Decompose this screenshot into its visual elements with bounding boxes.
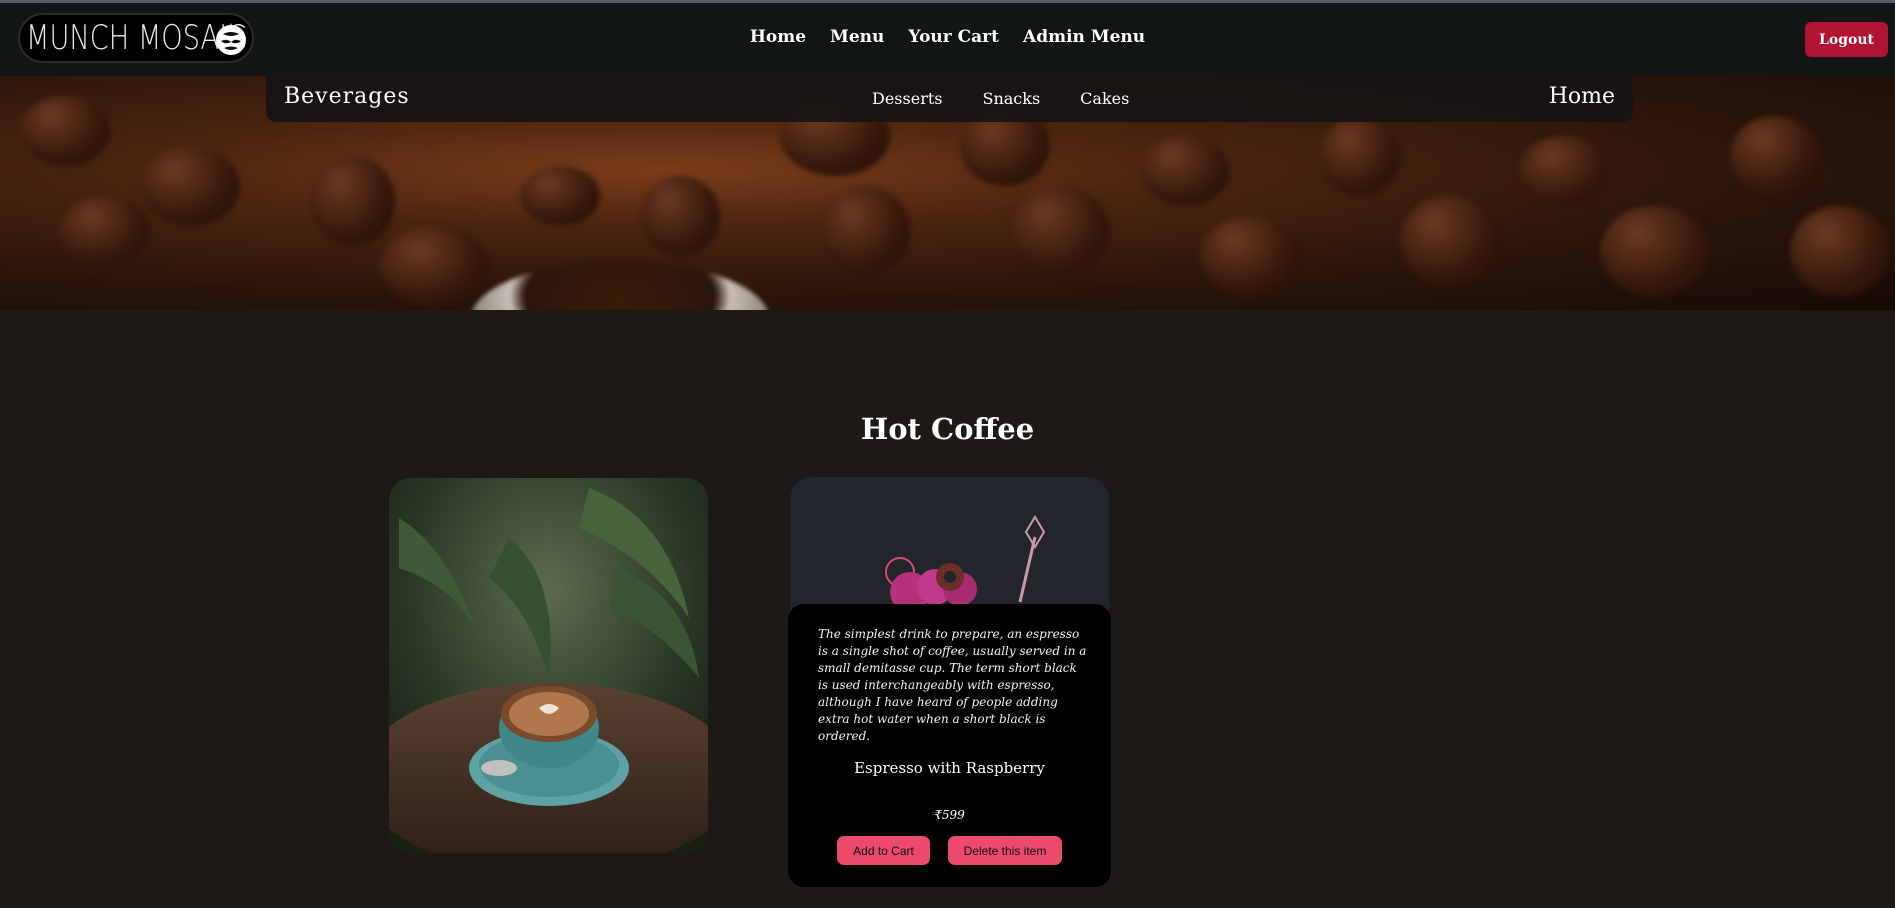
nav-home[interactable]: Home (750, 27, 806, 47)
delete-item-button[interactable]: Delete this item (948, 836, 1062, 865)
coffee-cup-image (470, 261, 770, 310)
product-details-card: The simplest drink to prepare, an espres… (788, 604, 1111, 887)
cappuccino-image (389, 478, 708, 853)
navbar: MUNCH MOSAIC Home Menu Your Cart Admin M… (0, 3, 1895, 76)
raspberry-espresso-image (790, 477, 1109, 617)
product-price: ₹599 (934, 808, 965, 822)
nav-menu[interactable]: Menu (830, 27, 884, 47)
nav-admin-menu[interactable]: Admin Menu (1023, 27, 1145, 47)
product-card-image[interactable] (790, 477, 1109, 617)
category-brand[interactable]: Beverages (284, 84, 410, 109)
category-snacks[interactable]: Snacks (982, 89, 1040, 108)
section-title: Hot Coffee (860, 412, 1035, 446)
main-nav: Home Menu Your Cart Admin Menu (0, 27, 1895, 47)
logout-button[interactable]: Logout (1805, 22, 1888, 57)
add-to-cart-button[interactable]: Add to Cart (837, 836, 930, 865)
category-desserts[interactable]: Desserts (872, 89, 942, 108)
category-cakes[interactable]: Cakes (1080, 89, 1129, 108)
nav-your-cart[interactable]: Your Cart (908, 27, 999, 47)
product-name: Espresso with Raspberry (854, 759, 1045, 777)
category-nav: Beverages Desserts Snacks Cakes Home (266, 76, 1633, 122)
product-card-image[interactable] (389, 478, 708, 853)
product-description: The simplest drink to prepare, an espres… (818, 627, 1087, 743)
category-home-link[interactable]: Home (1549, 84, 1615, 109)
